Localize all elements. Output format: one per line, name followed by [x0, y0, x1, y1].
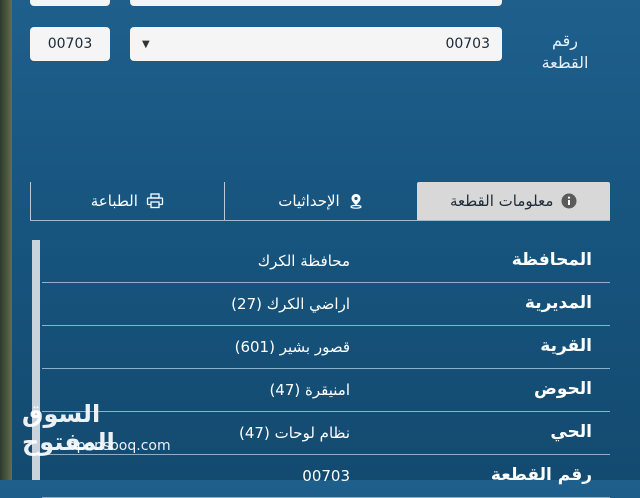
table-row: القرية قصور بشير (601) — [42, 326, 610, 369]
tab-coordinates-label: الإحداثيات — [278, 192, 340, 210]
parcel-number-label: رقم القطعة — [520, 30, 610, 74]
row-key: الحوض — [534, 379, 592, 399]
tab-print-label: الطباعة — [90, 192, 138, 210]
top-input-edge-left — [30, 0, 110, 6]
row-value: اراضي الكرك (27) — [231, 295, 350, 313]
parcel-label-line2: القطعة — [541, 53, 589, 72]
parcel-label-line1: رقم — [551, 31, 579, 50]
row-value: قصور بشير (601) — [234, 338, 350, 356]
printer-icon — [146, 193, 164, 209]
tab-coordinates[interactable]: الإحداثيات — [223, 182, 418, 220]
tab-print[interactable]: الطباعة — [29, 182, 224, 220]
tab-parcel-info-label: معلومات القطعة — [449, 192, 554, 210]
table-row: المديرية اراضي الكرك (27) — [42, 283, 610, 326]
row-value: امنيقرة (47) — [269, 381, 350, 399]
row-key: الحي — [550, 422, 592, 442]
row-key: المديرية — [524, 293, 592, 313]
row-value: محافظة الكرك — [257, 252, 350, 270]
row-value: 00703 — [302, 467, 350, 485]
parcel-number-select[interactable]: ▼ 00703 — [130, 27, 502, 61]
location-pin-icon — [348, 193, 364, 209]
row-key: رقم القطعة — [490, 465, 592, 485]
tab-bar: معلومات القطعة الإحداثيات الطباعة — [29, 182, 610, 221]
top-input-edge-right — [130, 0, 502, 6]
opensooq-watermark: السوق المفتوح opensooq.com — [22, 400, 182, 460]
info-icon — [561, 193, 577, 209]
table-row: رقم القطعة 00703 — [42, 455, 610, 498]
caret-down-icon: ▼ — [142, 38, 150, 50]
row-key: المحافظة — [511, 250, 592, 270]
left-edge-strip — [0, 0, 12, 480]
parcel-select-value: 00703 — [445, 36, 490, 52]
watermark-english: opensooq.com — [68, 438, 171, 454]
row-value: نظام لوحات (47) — [239, 424, 350, 442]
table-row: المحافظة محافظة الكرك — [42, 240, 610, 283]
row-key: القرية — [540, 336, 592, 356]
tab-parcel-info[interactable]: معلومات القطعة — [417, 182, 610, 220]
parcel-number-box[interactable]: 00703 — [30, 27, 110, 61]
